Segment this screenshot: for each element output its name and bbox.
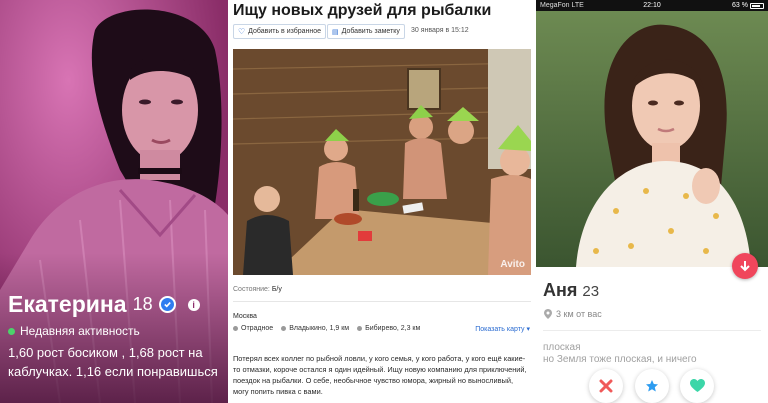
avito-watermark: Avito — [500, 259, 525, 270]
metro-station-name: Отрадное — [241, 325, 274, 332]
condition-value: Б/у — [271, 286, 282, 293]
add-favorite-label: Добавить в избранное — [248, 28, 322, 35]
bio-line: но Земля тоже плоская, и ничего — [543, 354, 697, 365]
metro-station: Отрадное — [233, 325, 273, 332]
clock-label: 22:10 — [643, 2, 661, 9]
ad-city: Москва — [233, 313, 257, 320]
activity-label: Недавняя активность — [20, 324, 140, 338]
battery-label: 63 % — [732, 2, 748, 9]
metro-dot-icon — [357, 326, 363, 331]
super-like-button[interactable] — [635, 369, 669, 403]
verified-badge-icon — [158, 296, 176, 313]
metro-station-name: Владыкино, 1,9 км — [289, 325, 350, 332]
condition-row: Состояние: Б/у — [233, 286, 282, 293]
tinder-profile-panel: MegaFon LTE 22:10 63 % Аня 23 3 км от ва… — [536, 0, 768, 403]
metro-station: Владыкино, 1,9 км — [281, 325, 349, 332]
sauna-photo-illustration — [233, 49, 531, 275]
distance-row: 3 км от вас — [544, 309, 602, 319]
show-map-label: Показать карту — [475, 326, 525, 333]
online-dot-icon — [8, 327, 15, 335]
location-pin-icon — [544, 309, 552, 319]
note-icon: ▤ — [332, 28, 339, 36]
profile-name: Екатерина — [8, 291, 127, 317]
add-note-label: Добавить заметку — [341, 28, 400, 35]
show-map-link[interactable]: Показать карту ▾ — [475, 325, 530, 333]
divider — [543, 330, 761, 331]
metro-dot-icon — [281, 326, 287, 331]
arrow-down-icon — [740, 261, 750, 272]
phone-status-bar: MegaFon LTE 22:10 63 % — [536, 0, 768, 11]
info-icon[interactable]: i — [187, 298, 200, 311]
star-icon — [646, 380, 658, 392]
add-note-button[interactable]: ▤ Добавить заметку — [327, 24, 405, 39]
name-row: Екатерина 18 i — [8, 291, 200, 318]
battery-indicator: 63 % — [732, 2, 764, 9]
metro-dot-icon — [233, 326, 238, 331]
close-icon — [599, 379, 613, 393]
heart-icon: ♡ — [238, 27, 246, 36]
profile-name: Аня — [543, 280, 578, 300]
more-info-button[interactable] — [732, 253, 758, 279]
carrier-label: MegaFon LTE — [540, 2, 584, 9]
metro-station: Бибирево, 2,3 км — [357, 325, 420, 332]
profile-age: 18 — [132, 294, 153, 314]
distance-label: 3 км от вас — [556, 309, 602, 319]
profile-bio: 1,60 рост босиком , 1,68 рост на каблучк… — [8, 345, 218, 379]
ad-description: Потерял всех коллег по рыбной ловли, у к… — [233, 354, 527, 396]
chevron-down-icon: ▾ — [526, 326, 530, 333]
profile-photo[interactable] — [536, 11, 768, 267]
dating-profile-panel: Екатерина 18 i Недавняя активность 1,60 … — [0, 0, 228, 403]
divider — [233, 301, 531, 302]
ad-title: Ищу новых друзей для рыбалки — [233, 2, 492, 19]
condition-label: Состояние: — [233, 286, 270, 293]
girl-photo-illustration — [536, 11, 768, 267]
activity-status: Недавняя активность — [8, 324, 140, 338]
nope-button[interactable] — [589, 369, 623, 403]
like-button[interactable] — [680, 369, 714, 403]
ad-photo[interactable]: Avito — [233, 49, 531, 275]
bio-line: плоская — [543, 342, 581, 353]
metro-stations: Отрадное Владыкино, 1,9 км Бибирево, 2,3… — [233, 325, 420, 332]
name-row: Аня 23 — [543, 280, 599, 301]
profile-age: 23 — [582, 283, 600, 300]
ad-date: 30 января в 15:12 — [411, 27, 469, 34]
profile-bio: плоская но Земля тоже плоская, и ничего — [543, 342, 697, 366]
add-favorite-button[interactable]: ♡ Добавить в избранное — [233, 24, 327, 39]
heart-icon — [689, 379, 705, 392]
metro-station-name: Бибирево, 2,3 км — [365, 325, 421, 332]
classified-ad-panel: Ищу новых друзей для рыбалки ♡ Добавить … — [228, 0, 536, 403]
battery-icon — [750, 2, 764, 9]
